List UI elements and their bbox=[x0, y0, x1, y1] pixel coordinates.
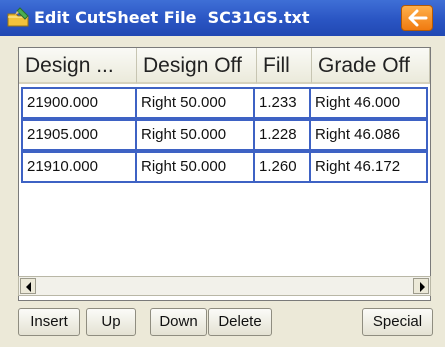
delete-button[interactable]: Delete bbox=[208, 308, 272, 336]
cell-grade-off: Right 46.086 bbox=[309, 119, 428, 151]
cell-fill: 1.260 bbox=[253, 151, 311, 183]
title-bar: Edit CutSheet File SC31GS.txt bbox=[0, 0, 445, 36]
horizontal-scrollbar[interactable] bbox=[18, 276, 431, 296]
folder-pencil-icon bbox=[6, 6, 32, 30]
table-row[interactable]: 21905.000 Right 50.000 1.228 Right 46.08… bbox=[19, 119, 430, 151]
cell-design-off: Right 50.000 bbox=[135, 151, 255, 183]
cell-design-station: 21905.000 bbox=[21, 119, 137, 151]
down-button[interactable]: Down bbox=[150, 308, 207, 336]
cell-design-off: Right 50.000 bbox=[135, 87, 255, 119]
cell-design-station: 21900.000 bbox=[21, 87, 137, 119]
cell-grade-off: Right 46.172 bbox=[309, 151, 428, 183]
cell-grade-off: Right 46.000 bbox=[309, 87, 428, 119]
cutsheet-table: Design ... Design Off Fill Grade Off 219… bbox=[18, 47, 431, 301]
special-button[interactable]: Special bbox=[362, 308, 433, 336]
cell-design-off: Right 50.000 bbox=[135, 119, 255, 151]
insert-button[interactable]: Insert bbox=[18, 308, 80, 336]
back-button[interactable] bbox=[401, 5, 433, 31]
table-row[interactable]: 21910.000 Right 50.000 1.260 Right 46.17… bbox=[19, 151, 430, 183]
cell-design-station: 21910.000 bbox=[21, 151, 137, 183]
up-button[interactable]: Up bbox=[86, 308, 136, 336]
cell-fill: 1.228 bbox=[253, 119, 311, 151]
column-header-grade-off[interactable]: Grade Off bbox=[312, 48, 430, 84]
column-header-design-station[interactable]: Design ... bbox=[19, 48, 137, 84]
table-row[interactable]: 21900.000 Right 50.000 1.233 Right 46.00… bbox=[19, 87, 430, 119]
scroll-left-button[interactable] bbox=[20, 278, 36, 294]
window-title: Edit CutSheet File SC31GS.txt bbox=[34, 8, 310, 27]
scroll-right-button[interactable] bbox=[413, 278, 429, 294]
cell-fill: 1.233 bbox=[253, 87, 311, 119]
table-header: Design ... Design Off Fill Grade Off bbox=[19, 48, 430, 85]
column-header-fill[interactable]: Fill bbox=[257, 48, 312, 84]
column-header-design-off[interactable]: Design Off bbox=[137, 48, 257, 84]
